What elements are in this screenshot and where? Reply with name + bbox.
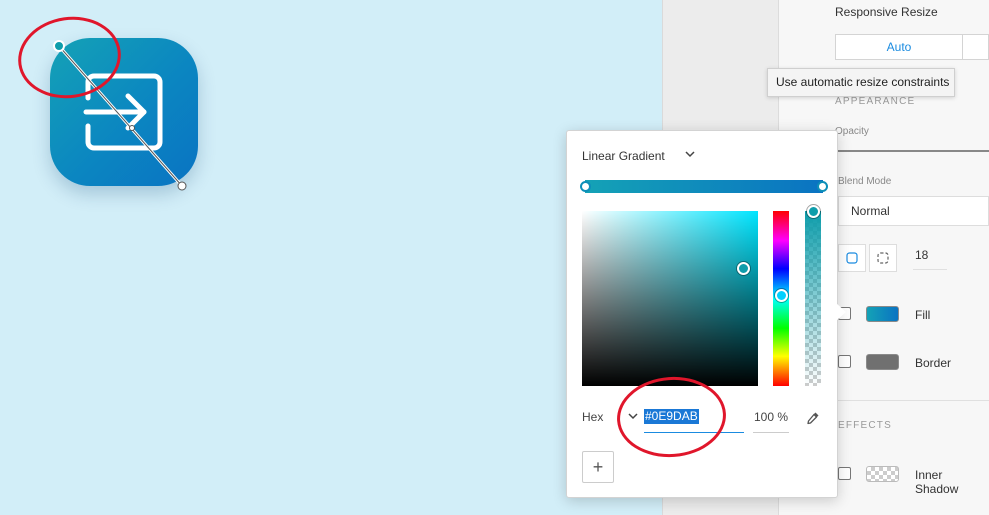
blend-mode-label: Blend Mode [838,176,892,187]
saturation-value-area[interactable] [582,211,758,386]
alpha-handle[interactable] [807,205,820,218]
effects-divider [818,400,989,401]
alpha-slider[interactable] [805,211,821,386]
color-opacity-field[interactable]: 100 % [753,407,789,433]
border-label: Border [915,356,952,370]
border-swatch[interactable] [866,354,899,370]
inner-shadow-swatch[interactable] [866,466,899,482]
dashed-corners-icon [877,252,889,264]
fill-swatch[interactable] [866,306,899,322]
gradient-type-select[interactable]: Linear Gradient [582,149,665,163]
fill-label: Fill [915,308,931,322]
resize-auto-button[interactable]: Auto [836,35,963,59]
border-checkbox[interactable] [838,355,851,368]
resize-mode-segmented: Auto [835,34,989,60]
opacity-slider[interactable] [818,150,989,152]
gradient-stops-bar[interactable] [585,180,823,193]
corner-radius-value[interactable]: 18 [915,248,928,262]
gradient-end-handle[interactable] [177,181,187,191]
gradient-stop-start[interactable] [580,181,591,192]
gradient-mid-handle[interactable] [129,125,135,131]
gradient-stop-end[interactable] [817,181,828,192]
responsive-resize-title: Responsive Resize [835,5,938,19]
individual-corners-button[interactable] [869,244,897,272]
inner-shadow-label: Inner Shadow [915,468,959,496]
appearance-heading: APPEARANCE [835,96,916,107]
effects-heading: EFFECTS [838,420,892,431]
hex-mode-label: Hex [582,410,604,424]
corner-radius-underline [913,269,947,270]
eyedropper-icon[interactable] [805,410,821,426]
chevron-down-icon[interactable] [684,148,696,160]
rounded-square-icon [846,252,858,264]
hue-handle[interactable] [775,289,788,302]
resize-manual-button[interactable] [963,35,988,59]
uniform-corner-button[interactable] [838,244,866,272]
inner-shadow-checkbox[interactable] [838,467,851,480]
add-color-button[interactable]: + [582,451,614,483]
tooltip: Use automatic resize constraints [767,68,955,97]
blend-mode-value: Normal [851,204,890,218]
saturation-value-handle[interactable] [737,262,750,275]
opacity-label: Opacity [835,126,869,137]
